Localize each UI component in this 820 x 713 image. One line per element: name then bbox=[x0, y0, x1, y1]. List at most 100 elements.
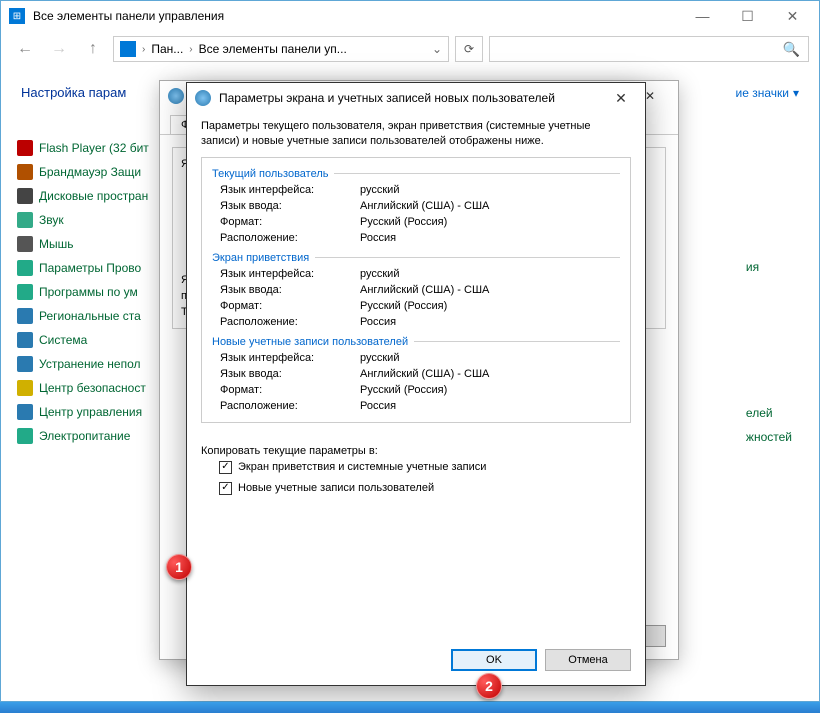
dialog-close-button[interactable]: ✕ bbox=[601, 84, 641, 112]
settings-row: Язык ввода:Английский (США) - США bbox=[212, 366, 620, 382]
location-icon bbox=[120, 41, 136, 57]
settings-row: Формат:Русский (Россия) bbox=[212, 214, 620, 230]
control-panel-item[interactable]: Flash Player (32 бит bbox=[17, 136, 181, 160]
item-label: Центр управления bbox=[39, 405, 142, 419]
refresh-button[interactable]: ⟳ bbox=[455, 36, 483, 62]
settings-row: Язык интерфейса:русский bbox=[212, 182, 620, 198]
search-input[interactable]: 🔍 bbox=[489, 36, 809, 62]
control-panel-item[interactable]: Устранение непол bbox=[17, 352, 181, 376]
settings-row: Формат:Русский (Россия) bbox=[212, 298, 620, 314]
item-label: Программы по ум bbox=[39, 285, 138, 299]
close-button[interactable]: ✕ bbox=[770, 2, 815, 30]
up-button[interactable]: ↑ bbox=[79, 35, 107, 63]
globe-icon bbox=[195, 90, 211, 106]
dialog-footer: OK Отмена bbox=[187, 635, 645, 685]
settings-key: Расположение: bbox=[220, 400, 360, 412]
settings-key: Формат: bbox=[220, 300, 360, 312]
obscured-links: ия елей жностей bbox=[746, 165, 792, 449]
settings-key: Язык ввода: bbox=[220, 200, 360, 212]
settings-key: Расположение: bbox=[220, 232, 360, 244]
settings-key: Язык ввода: bbox=[220, 284, 360, 296]
control-panel-item[interactable]: Центр безопасност bbox=[17, 376, 181, 400]
checkbox-row-welcome[interactable]: ✓ Экран приветствия и системные учетные … bbox=[201, 457, 631, 478]
settings-key: Язык интерфейса: bbox=[220, 184, 360, 196]
item-icon bbox=[17, 284, 33, 300]
checkbox-icon[interactable]: ✓ bbox=[219, 482, 232, 495]
item-label: Центр безопасност bbox=[39, 381, 146, 395]
item-label: Устранение непол bbox=[39, 357, 141, 371]
item-icon bbox=[17, 260, 33, 276]
settings-value: Русский (Россия) bbox=[360, 384, 447, 396]
settings-row: Расположение:Россия bbox=[212, 398, 620, 414]
settings-key: Формат: bbox=[220, 384, 360, 396]
checkbox-row-newusers[interactable]: ✓ Новые учетные записи пользователей bbox=[201, 478, 631, 499]
settings-key: Язык интерфейса: bbox=[220, 352, 360, 364]
item-icon bbox=[17, 332, 33, 348]
dropdown-icon: ▾ bbox=[793, 86, 799, 100]
item-icon bbox=[17, 140, 33, 156]
globe-icon bbox=[168, 88, 184, 104]
checkbox-icon[interactable]: ✓ bbox=[219, 461, 232, 474]
dialog-title: Параметры экрана и учетных записей новых… bbox=[219, 91, 601, 105]
control-panel-item[interactable]: Центр управления bbox=[17, 400, 181, 424]
item-icon bbox=[17, 404, 33, 420]
forward-button[interactable]: → bbox=[45, 35, 73, 63]
settings-row: Язык ввода:Английский (США) - США bbox=[212, 198, 620, 214]
breadcrumb-segment[interactable]: Пан... bbox=[151, 42, 183, 56]
settings-value: Английский (США) - США bbox=[360, 200, 489, 212]
taskbar bbox=[0, 702, 820, 713]
settings-summary-box: Текущий пользовательЯзык интерфейса:русс… bbox=[201, 157, 631, 423]
page-title: Настройка парам bbox=[21, 85, 126, 100]
welcome-screen-settings-dialog: Параметры экрана и учетных записей новых… bbox=[186, 82, 646, 686]
chevron-icon[interactable]: › bbox=[142, 44, 145, 55]
cancel-button[interactable]: Отмена bbox=[545, 649, 631, 671]
control-panel-item[interactable]: Система bbox=[17, 328, 181, 352]
control-panel-item[interactable]: Параметры Прово bbox=[17, 256, 181, 280]
item-label: Электропитание bbox=[39, 429, 130, 443]
item-label: Звук bbox=[39, 213, 64, 227]
address-row: ← → ↑ › Пан... › Все элементы панели уп.… bbox=[1, 31, 819, 67]
control-panel-item[interactable]: Электропитание bbox=[17, 424, 181, 448]
settings-key: Язык ввода: bbox=[220, 368, 360, 380]
copy-settings-label: Копировать текущие параметры в: bbox=[201, 445, 631, 457]
settings-value: Россия bbox=[360, 400, 396, 412]
control-panel-item[interactable]: Дисковые простран bbox=[17, 184, 181, 208]
address-bar[interactable]: › Пан... › Все элементы панели уп... ⌄ bbox=[113, 36, 449, 62]
control-panel-item[interactable]: Программы по ум bbox=[17, 280, 181, 304]
settings-row: Язык интерфейса:русский bbox=[212, 266, 620, 282]
item-label: Мышь bbox=[39, 237, 74, 251]
settings-key: Формат: bbox=[220, 216, 360, 228]
chevron-icon[interactable]: › bbox=[189, 44, 192, 55]
control-panel-item[interactable]: Звук bbox=[17, 208, 181, 232]
breadcrumb-segment[interactable]: Все элементы панели уп... bbox=[199, 42, 347, 56]
settings-row: Расположение:Россия bbox=[212, 314, 620, 330]
address-dropdown-icon[interactable]: ⌄ bbox=[432, 42, 442, 56]
settings-key: Расположение: bbox=[220, 316, 360, 328]
view-mode-link[interactable]: ие значки▾ bbox=[736, 86, 800, 100]
control-panel-item[interactable]: Региональные ста bbox=[17, 304, 181, 328]
item-icon bbox=[17, 356, 33, 372]
item-label: Параметры Прово bbox=[39, 261, 141, 275]
item-icon bbox=[17, 188, 33, 204]
minimize-button[interactable]: — bbox=[680, 2, 725, 30]
item-icon bbox=[17, 308, 33, 324]
item-label: Дисковые простран bbox=[39, 189, 148, 203]
titlebar: Все элементы панели управления — ☐ ✕ bbox=[1, 1, 819, 31]
settings-value: Россия bbox=[360, 316, 396, 328]
item-label: Брандмауэр Защи bbox=[39, 165, 141, 179]
settings-value: русский bbox=[360, 184, 399, 196]
settings-value: Русский (Россия) bbox=[360, 216, 447, 228]
dialog-description: Параметры текущего пользователя, экран п… bbox=[201, 119, 631, 149]
settings-value: русский bbox=[360, 268, 399, 280]
checkbox-label: Экран приветствия и системные учетные за… bbox=[238, 461, 486, 473]
maximize-button[interactable]: ☐ bbox=[725, 2, 770, 30]
control-panel-item[interactable]: Мышь bbox=[17, 232, 181, 256]
item-icon bbox=[17, 428, 33, 444]
control-panel-item[interactable]: Брандмауэр Защи bbox=[17, 160, 181, 184]
ok-button[interactable]: OK bbox=[451, 649, 537, 671]
control-panel-items: Flash Player (32 бит Брандмауэр Защи Диско… bbox=[1, 106, 181, 448]
search-icon: 🔍 bbox=[783, 41, 800, 58]
settings-value: русский bbox=[360, 352, 399, 364]
item-icon bbox=[17, 236, 33, 252]
back-button[interactable]: ← bbox=[11, 35, 39, 63]
